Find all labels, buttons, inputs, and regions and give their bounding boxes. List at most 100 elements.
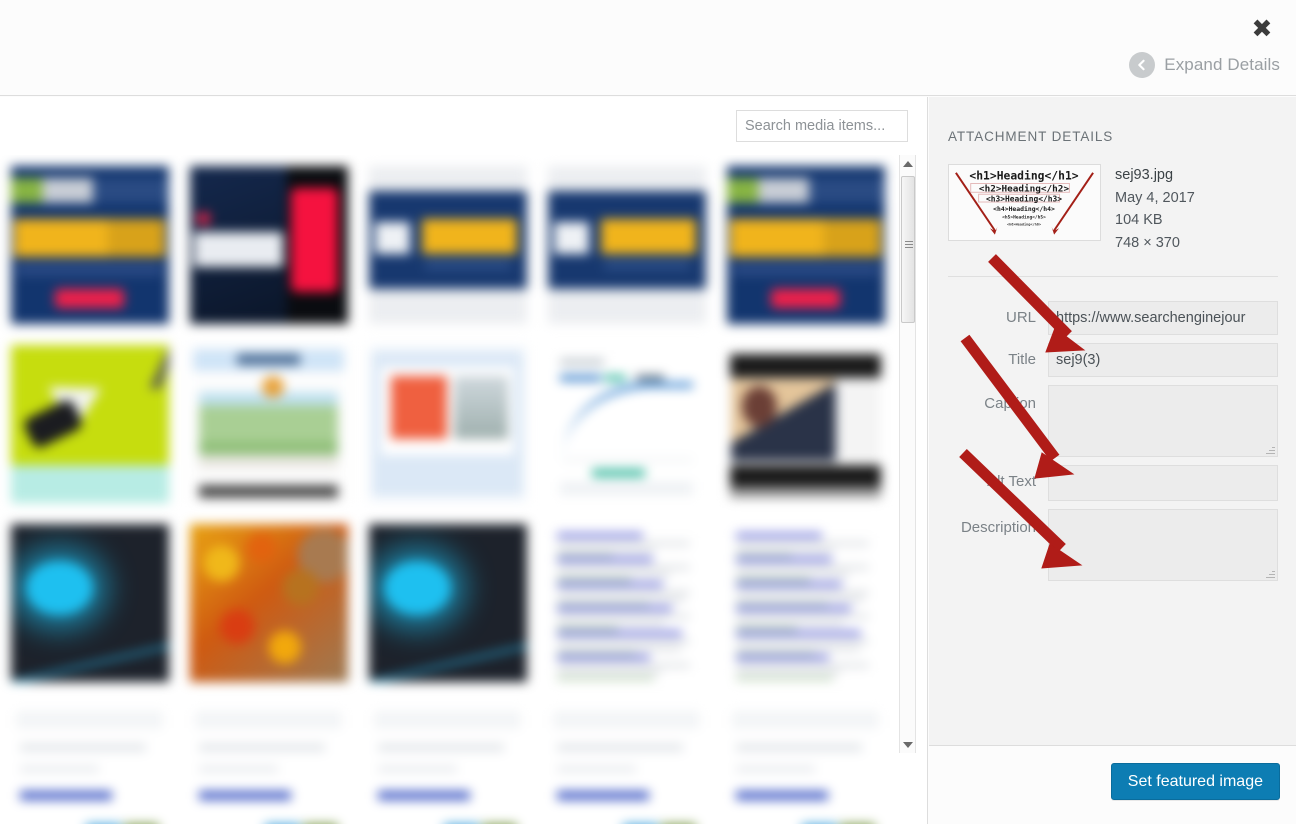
attachment-item[interactable] [179,692,358,824]
attachment-info: <h1>Heading</h1> <h2>Heading</h2> <h3>He… [948,164,1278,254]
details-divider [948,276,1278,277]
scrollbar-up-arrow-icon[interactable] [900,155,915,172]
thumbnail-artwork [189,165,348,324]
attachment-item[interactable] [179,334,358,513]
field-row-description: Description [948,509,1278,581]
space-glow-image [10,523,169,682]
thumbnail-artwork [547,702,706,824]
thumbnail-artwork [547,344,706,503]
set-featured-image-button[interactable]: Set featured image [1110,763,1280,800]
attachment-item[interactable] [358,155,537,334]
close-icon[interactable]: ✖ [1240,8,1284,48]
attachment-item[interactable] [358,334,537,513]
field-row-caption: Caption [948,385,1278,457]
thumbnail-artwork [189,702,348,824]
modal-bottom-toolbar: Set featured image [929,745,1296,824]
field-row-title: Title [948,343,1278,377]
attachment-fields: URL Title Caption [948,301,1278,581]
expand-details-button[interactable]: Expand Details [1129,52,1280,78]
7-days-left-summit-banner [10,165,169,324]
megaphone-graphic [10,344,169,503]
space-glow-image-2 [368,523,527,682]
attachment-item[interactable] [179,513,358,692]
attachment-item[interactable] [537,155,716,334]
attachment-item[interactable] [0,155,179,334]
attachment-item[interactable] [537,692,716,824]
thumbnail-artwork [10,702,169,824]
thumbnail-artwork [368,523,527,682]
thumbnail-artwork [10,344,169,503]
url-field[interactable] [1048,301,1278,335]
media-frame [0,97,928,824]
modal-topbar: ✖ Expand Details [0,0,1296,96]
svg-text:<h4>Heading</h4>: <h4>Heading</h4> [993,205,1055,213]
scrollbar-grip-icon [905,241,913,250]
analytics-screenshot-4 [547,702,706,824]
title-label: Title [1008,351,1036,368]
field-row-url: URL [948,301,1278,335]
site-header-mockup [189,344,348,503]
svg-text:<h1>Heading</h1>: <h1>Heading</h1> [969,170,1078,183]
serp-results-screenshot [547,523,706,682]
thumbnail-artwork [726,702,885,824]
analytics-screenshot-5 [726,702,885,824]
alt-text-label: Alt Text [987,473,1036,490]
thumbnail-artwork [189,523,348,682]
attachments-scroll-region[interactable] [0,155,927,824]
title-field[interactable] [1048,343,1278,377]
thumbnail-artwork [726,523,885,682]
summit-dark-phone-banner [189,165,348,324]
thumbnail-artwork [368,344,527,503]
attachment-item[interactable] [358,513,537,692]
chevron-left-icon [1129,52,1156,78]
svg-text:<h6>Heading</h6>: <h6>Heading</h6> [1007,222,1041,226]
field-row-alt-text: Alt Text [948,465,1278,501]
attachment-item[interactable] [0,692,179,824]
thumbnail-artwork [368,702,527,824]
url-label: URL [1005,309,1036,326]
thumbnail-artwork [547,165,706,324]
line-chart-screenshot [547,344,706,503]
attachment-dimensions: 748 × 370 [1115,234,1180,251]
analytics-screenshot [10,702,169,824]
attachment-item[interactable] [358,692,537,824]
analytics-screenshot-3 [368,702,527,824]
caption-field[interactable] [1048,385,1278,457]
attachment-item[interactable] [537,513,716,692]
attachment-item[interactable] [0,334,179,513]
media-toolbar [0,97,927,157]
description-label: Description [960,519,1036,536]
description-field[interactable] [1048,509,1278,581]
media-scrollbar[interactable] [899,155,916,753]
panel-title: ATTACHMENT DETAILS [948,129,1114,144]
heading-tags-diagram-thumbnail[interactable]: <h1>Heading</h1> <h2>Heading</h2> <h3>He… [948,164,1101,241]
search-input[interactable] [736,110,908,142]
autumn-foliage-photo [189,523,348,682]
attachment-item[interactable] [537,334,716,513]
analytics-screenshot-2 [189,702,348,824]
thumbnail-artwork [189,344,348,503]
alt-text-field[interactable] [1048,465,1278,501]
orange-layout-mockup [368,344,527,503]
thumbnail-artwork [547,523,706,682]
attachment-item[interactable] [716,155,895,334]
scrollbar-down-arrow-icon[interactable] [900,736,915,753]
7-days-left-summit-banner-2 [726,165,885,324]
thumbnail-artwork [10,165,169,324]
attachment-item[interactable] [0,513,179,692]
thumbnail-artwork [368,165,527,324]
attachment-filename: sej93.jpg [1115,167,1174,183]
summit-light-days-banner [368,165,527,324]
svg-text:<h3>Heading</h3>: <h3>Heading</h3> [986,194,1062,204]
svg-text:<h2>Heading</h2>: <h2>Heading</h2> [979,183,1070,194]
scrollbar-thumb[interactable] [901,176,915,323]
serp-results-screenshot-2 [726,523,885,682]
attachment-item[interactable] [716,692,895,824]
attachment-item[interactable] [716,334,895,513]
attachment-details-panel: ATTACHMENT DETAILS <h1>Heading</h1> <h2>… [929,97,1296,824]
thumbnail-artwork [726,344,885,503]
attachment-metadata: sej93.jpg May 4, 2017 104 KB 748 × 370 [1115,164,1195,254]
attachment-item[interactable] [716,513,895,692]
attachment-item[interactable] [179,155,358,334]
caption-label: Caption [984,395,1036,412]
